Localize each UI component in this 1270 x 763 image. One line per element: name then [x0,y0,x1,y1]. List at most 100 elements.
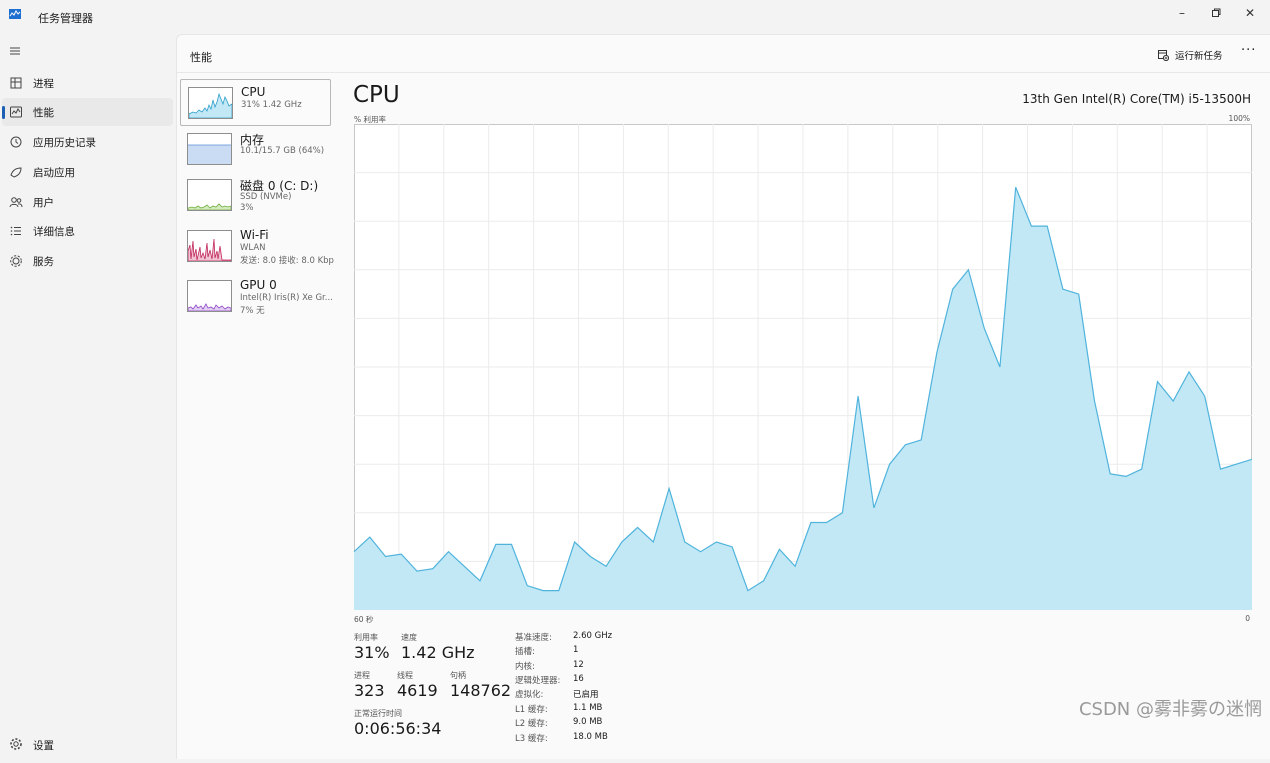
utilization-value: 31% [354,643,390,662]
uptime-value: 0:06:56:34 [354,719,442,738]
device-usage: 3% [240,203,254,213]
active-indicator [2,106,5,119]
spec-label: 内核: [515,662,535,672]
handles-value: 148762 [450,681,512,700]
services-icon [10,255,22,267]
speed-value: 1.42 GHz [401,643,475,662]
page-header: 性能 运行新任务 ··· [177,35,1270,73]
spec-value: 1.1 MB [573,703,603,713]
close-icon: ✕ [1244,6,1256,20]
spec-label: L3 缓存: [515,734,548,744]
threads-label: 线程 [397,671,413,680]
utilization-label: 利用率 [354,633,378,642]
spec-value: 9.0 MB [573,717,603,727]
spec-label: 基准速度: [515,633,552,643]
cpu-thumbnail-graph [188,87,233,119]
device-detail: Intel(R) Iris(R) Xe Gr... [240,293,333,303]
x-axis-start-label: 60 秒 [354,615,374,624]
spec-value: 2.60 GHz [573,631,613,641]
performance-icon [10,106,22,118]
more-options-button[interactable]: ··· [1241,43,1256,58]
task-manager-app-icon [9,9,21,19]
device-detail: 10.1/15.7 GB (64%) [240,146,325,156]
nav-item-settings[interactable]: 设置 [2,730,173,758]
nav-label: 启动应用 [33,167,75,179]
nav-label: 服务 [33,256,54,268]
spec-value: 18.0 MB [573,732,608,742]
cpu-title: CPU [353,82,400,108]
close-button[interactable]: ✕ [1233,0,1267,26]
x-axis-end-label: 0 [1245,614,1250,623]
nav-item-performance[interactable]: 性能 [2,98,173,126]
run-task-label: 运行新任务 [1175,51,1223,62]
cpu-utilization-chart [354,124,1252,610]
gpu-thumbnail-graph [187,280,232,312]
device-detail: WLAN [240,243,266,253]
nav-item-details[interactable]: 详细信息 [2,217,173,245]
disk-thumbnail-graph [187,179,232,211]
device-detail: SSD (NVMe) [240,192,292,202]
minimize-icon: – [1179,6,1185,20]
spec-label: 逻辑处理器: [515,676,561,686]
spec-label: 插槽: [515,647,535,657]
window-title: 任务管理器 [38,12,93,25]
maximize-button[interactable] [1199,0,1233,26]
speed-label: 速度 [401,633,417,642]
nav-label: 进程 [33,78,54,90]
startup-icon [10,167,22,178]
nav-label: 详细信息 [33,226,75,238]
spec-value: 已启用 [573,690,599,700]
title-bar: 任务管理器 – ✕ [0,0,1270,34]
minimize-button[interactable]: – [1165,0,1199,26]
handles-label: 句柄 [450,671,466,680]
run-task-icon [1158,49,1169,61]
page-title: 性能 [190,51,212,64]
processes-value: 323 [354,681,385,700]
wifi-thumbnail-graph [187,230,232,262]
performance-panel: 性能 运行新任务 ··· CPU 31% 1.42 GHz 内存 10.1/15… [176,34,1270,759]
nav-label: 用户 [33,197,54,209]
device-cpu[interactable]: CPU 31% 1.42 GHz [180,79,331,126]
device-name: CPU [241,85,266,99]
nav-item-users[interactable]: 用户 [2,188,173,216]
device-gpu-0[interactable]: GPU 0 Intel(R) Iris(R) Xe Gr... 7% 无 [180,273,333,320]
processes-icon [10,77,22,89]
gear-icon [10,738,22,750]
hamburger-menu-icon[interactable] [9,45,21,57]
processes-label: 进程 [354,671,370,680]
navigation-pane: 进程 性能 应用历史记录 启动应用 用户 详细信息 服务 设置 [0,34,176,763]
device-throughput: 发送: 8.0 接收: 8.0 Kbp [240,256,334,266]
details-icon [10,226,21,236]
device-detail: 31% 1.42 GHz [241,100,302,110]
nav-item-services[interactable]: 服务 [2,247,173,275]
memory-thumbnail-graph [187,133,232,165]
task-manager-window: 任务管理器 – ✕ 进程 性能 应用历史记录 启动应用 用户 详细信息 服务 设… [0,0,1270,763]
uptime-label: 正常运行时间 [354,709,402,718]
spec-value: 1 [573,645,579,655]
spec-label: L1 缓存: [515,705,548,715]
nav-label: 性能 [33,107,54,119]
settings-label: 设置 [33,740,54,752]
spec-value: 12 [573,660,584,670]
spec-label: 虚拟化: [515,690,544,700]
nav-item-app-history[interactable]: 应用历史记录 [2,128,173,156]
threads-value: 4619 [397,681,438,700]
nav-item-processes[interactable]: 进程 [2,69,173,97]
users-icon [9,197,23,208]
app-history-icon [10,136,22,148]
device-disk-0[interactable]: 磁盘 0 (C: D:) SSD (NVMe) 3% [180,172,331,219]
watermark: CSDN @雾非雾の迷惘 [1078,699,1262,720]
spec-value: 16 [573,674,584,684]
y-axis-max-label: 100% [1228,114,1250,123]
device-name: GPU 0 [240,278,277,292]
device-usage: 7% 无 [240,306,265,316]
run-new-task-button[interactable]: 运行新任务 [1158,45,1223,65]
cpu-model: 13th Gen Intel(R) Core(TM) i5-13500H [1022,92,1251,106]
device-wifi[interactable]: Wi-Fi WLAN 发送: 8.0 接收: 8.0 Kbp [180,223,334,270]
restore-icon [1212,8,1221,17]
nav-label: 应用历史记录 [33,137,96,149]
nav-item-startup[interactable]: 启动应用 [2,158,173,186]
spec-label: L2 缓存: [515,719,548,729]
device-name: Wi-Fi [240,228,269,242]
device-memory[interactable]: 内存 10.1/15.7 GB (64%) [180,126,331,173]
